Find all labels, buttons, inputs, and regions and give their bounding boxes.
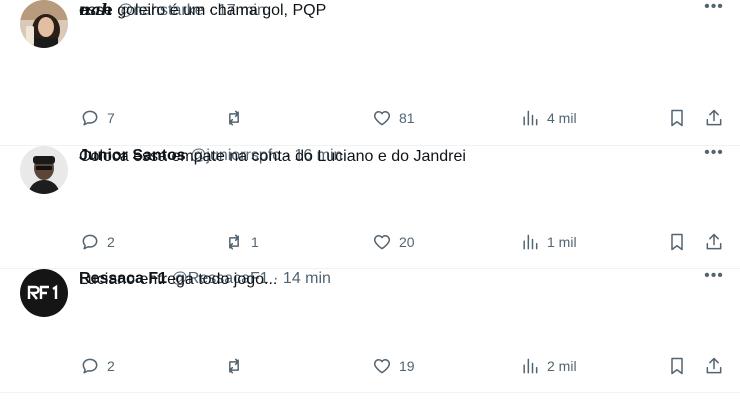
share-button[interactable] bbox=[704, 230, 724, 254]
bookmark-icon bbox=[671, 233, 683, 251]
views-count: 1 mil bbox=[547, 234, 577, 250]
share-button[interactable] bbox=[704, 106, 724, 130]
avatar[interactable] bbox=[20, 146, 68, 194]
heart-icon bbox=[373, 235, 391, 250]
reply-icon bbox=[82, 234, 98, 250]
bookmark-button[interactable] bbox=[667, 354, 687, 378]
reply-count: 7 bbox=[107, 110, 115, 126]
retweet-button[interactable]: 1 bbox=[224, 230, 259, 254]
avatar[interactable] bbox=[20, 0, 68, 48]
retweet-button[interactable] bbox=[224, 354, 251, 378]
reply-icon bbox=[82, 110, 98, 126]
more-options-button[interactable]: ••• bbox=[704, 0, 724, 20]
reply-button[interactable]: 2 bbox=[80, 230, 115, 254]
share-button[interactable] bbox=[704, 354, 724, 378]
rf1-logo-icon bbox=[20, 269, 68, 317]
views-count: 4 mil bbox=[547, 110, 577, 126]
like-count: 81 bbox=[399, 110, 415, 126]
profile-photo-icon bbox=[20, 0, 68, 48]
timestamp[interactable]: 14 min bbox=[283, 270, 331, 287]
bookmark-icon bbox=[671, 109, 683, 127]
more-icon: ••• bbox=[704, 144, 724, 161]
retweet-icon bbox=[229, 110, 239, 126]
reply-count: 2 bbox=[107, 234, 115, 250]
bookmark-button[interactable] bbox=[667, 230, 687, 254]
share-icon bbox=[706, 233, 722, 250]
views-button[interactable]: 4 mil bbox=[520, 106, 577, 130]
retweet-icon bbox=[229, 234, 239, 250]
analytics-icon bbox=[523, 110, 538, 126]
views-count: 2 mil bbox=[547, 358, 577, 374]
retweet-button[interactable] bbox=[224, 106, 251, 130]
more-options-button[interactable]: ••• bbox=[704, 144, 724, 166]
analytics-icon bbox=[523, 234, 538, 250]
bookmark-button[interactable] bbox=[667, 106, 687, 130]
bookmark-icon bbox=[671, 357, 683, 375]
analytics-icon bbox=[523, 358, 538, 374]
more-icon: ••• bbox=[704, 267, 724, 284]
share-icon bbox=[706, 357, 722, 374]
reply-button[interactable]: 7 bbox=[80, 106, 115, 130]
reply-button[interactable]: 2 bbox=[80, 354, 115, 378]
reply-icon bbox=[82, 358, 98, 374]
like-button[interactable]: 20 bbox=[372, 230, 415, 254]
tweet-feed: nah @nahstarke · 17 min esse goleiro é u… bbox=[0, 0, 740, 416]
like-count: 19 bbox=[399, 358, 415, 374]
retweet-count: 1 bbox=[251, 234, 259, 250]
tweet-text: esse goleiro é um chama gol, PQP bbox=[79, 2, 327, 19]
like-count: 20 bbox=[399, 234, 415, 250]
views-button[interactable]: 1 mil bbox=[520, 230, 577, 254]
like-button[interactable]: 19 bbox=[372, 354, 415, 378]
share-icon bbox=[706, 109, 722, 126]
views-button[interactable]: 2 mil bbox=[520, 354, 577, 378]
profile-photo-icon bbox=[20, 146, 68, 194]
like-button[interactable]: 81 bbox=[372, 106, 415, 130]
heart-icon bbox=[373, 359, 391, 374]
avatar[interactable] bbox=[20, 269, 68, 317]
more-options-button[interactable]: ••• bbox=[704, 267, 724, 289]
reply-count: 2 bbox=[107, 358, 115, 374]
retweet-icon bbox=[229, 358, 239, 374]
more-icon: ••• bbox=[704, 0, 724, 15]
heart-icon bbox=[373, 111, 391, 126]
